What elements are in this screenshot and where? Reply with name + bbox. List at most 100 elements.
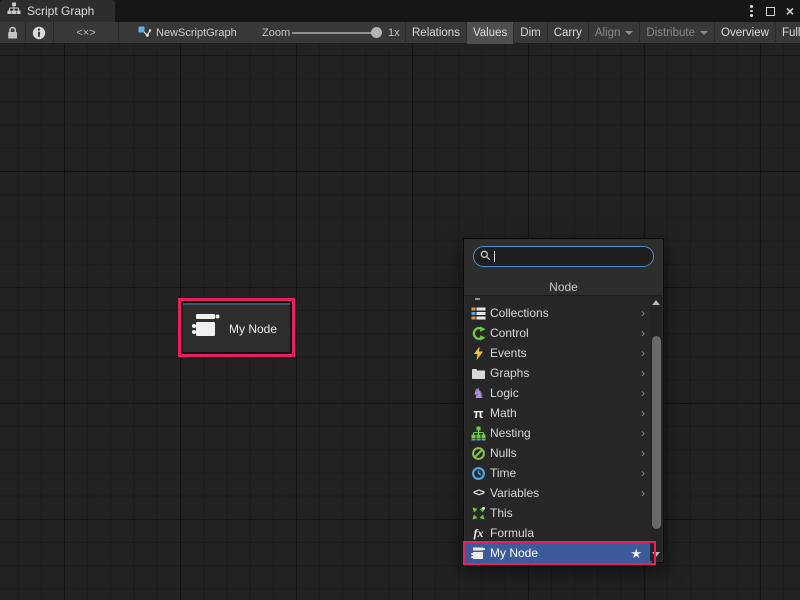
maximize-icon[interactable] <box>766 7 775 16</box>
zoom-label: Zoom <box>262 22 290 44</box>
toolbar-button-values[interactable]: Values <box>466 22 513 44</box>
finder-item-label: Time <box>490 466 516 480</box>
chevron-down-icon <box>625 31 633 35</box>
window-controls: × <box>748 0 794 22</box>
toolbar-button-dim[interactable]: Dim <box>513 22 546 44</box>
finder-item-collections[interactable]: Collections › <box>465 303 652 323</box>
title-bar: Script Graph × <box>0 0 800 22</box>
info-icon[interactable] <box>32 22 46 44</box>
finder-list: Collections›Control›Events›Graphs›♞Logic… <box>465 296 652 561</box>
chevron-right-icon: › <box>641 447 645 459</box>
chevron-down-icon <box>700 31 708 35</box>
unit-node-icon <box>192 313 220 344</box>
chevron-right-icon: › <box>641 467 645 479</box>
time-icon <box>470 466 487 481</box>
toolbar-button-label: Overview <box>721 27 769 39</box>
zoom-slider-thumb[interactable] <box>371 27 382 38</box>
chevron-right-icon: › <box>641 387 645 399</box>
unit-node[interactable]: My Node <box>183 303 290 352</box>
unit-node-icon <box>470 546 487 561</box>
toolbar-button-group: Relations Values Dim Carry Align Distribute Ov… <box>405 22 800 44</box>
scroll-down-icon[interactable] <box>652 552 660 557</box>
finder-item-label: Collections <box>490 306 549 320</box>
code-icon[interactable]: <×> <box>72 22 100 44</box>
graphs-icon <box>470 366 487 381</box>
toolbar-button-label: Carry <box>554 27 582 39</box>
finder-item-label: Variables <box>490 486 539 500</box>
scroll-thumb[interactable] <box>652 336 661 529</box>
finder-item-label: Control <box>490 326 529 340</box>
toolbar-separator <box>25 22 26 43</box>
finder-item-label: Formula <box>490 526 534 540</box>
events-icon <box>470 346 487 361</box>
finder-item-my-node[interactable]: My Node ★ <box>465 543 652 563</box>
chevron-right-icon: › <box>641 367 645 379</box>
toolbar-button-full-s[interactable]: Full S <box>775 22 800 44</box>
toolbar-button-distribute[interactable]: Distribute <box>639 22 714 44</box>
scrolled-item-remnant <box>475 298 480 300</box>
toolbar-button-label: Align <box>595 27 621 39</box>
nesting-icon <box>470 426 487 441</box>
toolbar-button-label: Dim <box>520 27 540 39</box>
finder-item-nesting[interactable]: Nesting › <box>465 423 652 443</box>
finder-item-variables[interactable]: <>Variables › <box>465 483 652 503</box>
finder-header: Node <box>464 280 663 294</box>
favorite-star-icon[interactable]: ★ <box>630 547 642 560</box>
math-icon: π <box>470 406 487 421</box>
toolbar-button-overview[interactable]: Overview <box>714 22 775 44</box>
finder-item-control[interactable]: Control › <box>465 323 652 343</box>
node-label: My Node <box>229 322 277 336</box>
finder-item-math[interactable]: πMath › <box>465 403 652 423</box>
graph-canvas[interactable]: My Node Node Collections › Control › Events ›… <box>0 44 800 600</box>
kebab-icon[interactable] <box>748 3 755 19</box>
finder-item-label: Nesting <box>490 426 531 440</box>
chevron-right-icon: › <box>641 327 645 339</box>
text-caret <box>494 251 495 262</box>
control-icon <box>470 326 487 341</box>
graph-hierarchy-icon <box>7 2 21 20</box>
finder-item-nulls[interactable]: Nulls › <box>465 443 652 463</box>
finder-item-label: Logic <box>490 386 519 400</box>
nulls-icon <box>470 446 487 461</box>
toolbar-button-label: Values <box>473 27 507 39</box>
toolbar-button-align[interactable]: Align <box>588 22 640 44</box>
finder-item-logic[interactable]: ♞Logic› <box>465 383 652 403</box>
graph-name[interactable]: NewScriptGraph <box>156 22 237 44</box>
scroll-up-icon[interactable] <box>652 300 660 305</box>
toolbar-separator <box>118 22 119 43</box>
toolbar-button-label: Relations <box>412 27 460 39</box>
tab-script-graph[interactable]: Script Graph <box>0 0 115 22</box>
search-input[interactable] <box>473 246 654 267</box>
toolbar-separator <box>53 22 54 43</box>
chevron-right-icon: › <box>641 487 645 499</box>
node-highlight-annotation: My Node <box>178 298 295 357</box>
toolbar-button-carry[interactable]: Carry <box>547 22 588 44</box>
chevron-right-icon: › <box>641 407 645 419</box>
lock-icon[interactable] <box>6 22 19 44</box>
finder-item-events[interactable]: Events › <box>465 343 652 363</box>
graph-toolbar: <×> NewScriptGraph Zoom 1x Relations Valu… <box>0 22 800 44</box>
chevron-right-icon: › <box>641 307 645 319</box>
finder-item-this[interactable]: This <box>465 503 652 523</box>
chevron-right-icon: › <box>641 347 645 359</box>
finder-item-label: Math <box>490 406 517 420</box>
zoom-slider-track[interactable] <box>292 32 382 34</box>
finder-item-label: Graphs <box>490 366 529 380</box>
scrollbar[interactable] <box>650 296 662 561</box>
finder-item-label: Events <box>490 346 527 360</box>
this-icon <box>470 506 487 521</box>
zoom-value: 1x <box>388 22 400 44</box>
close-icon[interactable]: × <box>786 0 794 22</box>
chevron-right-icon: › <box>641 427 645 439</box>
search-icon <box>480 248 491 266</box>
finder-item-label: Nulls <box>490 446 517 460</box>
toolbar-button-relations[interactable]: Relations <box>405 22 466 44</box>
finder-item-formula[interactable]: fxFormula <box>465 523 652 543</box>
tab-title: Script Graph <box>27 4 94 18</box>
formula-icon: fx <box>470 526 487 541</box>
finder-item-label: My Node <box>490 546 538 560</box>
finder-item-graphs[interactable]: Graphs › <box>465 363 652 383</box>
finder-item-time[interactable]: Time › <box>465 463 652 483</box>
variables-icon: <> <box>470 486 487 501</box>
finder-rows: Collections›Control›Events›Graphs›♞Logic… <box>465 303 652 563</box>
